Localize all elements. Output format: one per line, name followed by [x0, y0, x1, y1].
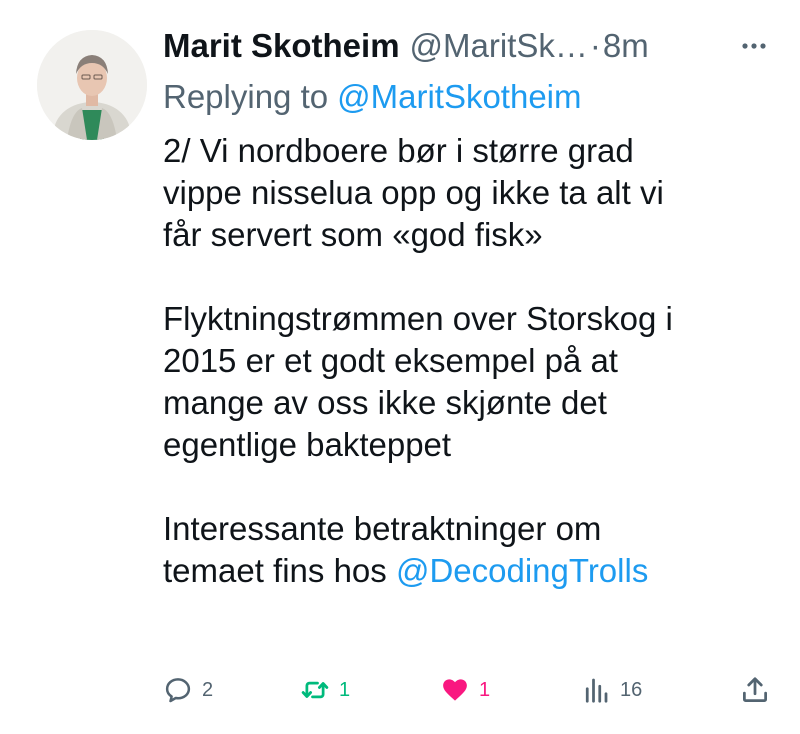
more-button[interactable] [734, 26, 774, 66]
text-line-with-mention: temaet fins hos @DecodingTrolls [163, 550, 774, 592]
text-line: får servert som «god fisk» [163, 216, 543, 253]
time-separator: · [589, 27, 601, 64]
replying-to: Replying to @MaritSkotheim [163, 74, 774, 120]
bar-chart-icon [585, 678, 608, 703]
like-count: 1 [479, 678, 491, 701]
views-button[interactable]: 16 [581, 668, 642, 712]
tweet-card[interactable]: Marit Skotheim @MaritSk… · 8m Replying t… [0, 0, 800, 734]
heart-filled-icon [443, 679, 467, 701]
tweet-header: Marit Skotheim @MaritSk… · 8m [163, 24, 774, 68]
text-line: mange av oss ikke skjønte det [163, 384, 607, 421]
replying-to-prefix: Replying to [163, 78, 329, 115]
tweet-paragraph-2: Flyktningstrømmen over Storskog i 2015 e… [163, 298, 774, 466]
replying-to-mention[interactable]: @MaritSkotheim [337, 78, 581, 116]
tweet-content: Marit Skotheim @MaritSk… · 8m Replying t… [163, 24, 774, 592]
text-line: 2015 er et godt eksempel på at [163, 342, 618, 379]
retweet-count: 1 [339, 678, 351, 701]
share-button[interactable] [740, 668, 770, 712]
reply-bubble-icon [165, 678, 191, 703]
retweet-arrows-icon [301, 681, 329, 699]
tweet-paragraph-1: 2/ Vi nordboere bør i større grad vippe … [163, 130, 774, 256]
author-name[interactable]: Marit Skotheim [163, 27, 400, 65]
text-line: 2/ Vi nordboere bør i større grad [163, 132, 634, 169]
text-line: Flyktningstrømmen over Storskog i [163, 300, 673, 337]
avatar[interactable] [37, 30, 147, 140]
decodingtrolls-mention[interactable]: @DecodingTrolls [396, 552, 648, 589]
tweet-text: 2/ Vi nordboere bør i større grad vippe … [163, 130, 774, 592]
more-dots-icon [742, 43, 766, 49]
share-upload-icon [743, 677, 767, 702]
views-count: 16 [620, 678, 643, 701]
text-line: vippe nisselua opp og ikke ta alt vi [163, 174, 664, 211]
author-handle[interactable]: @MaritSk… [410, 27, 588, 65]
retweet-button[interactable]: 1 [300, 668, 350, 712]
text-line: Interessante betraktninger om [163, 510, 602, 547]
reply-count: 2 [202, 678, 214, 701]
like-button[interactable]: 1 [440, 668, 490, 712]
avatar-photo [37, 30, 147, 140]
text-segment: temaet fins hos [163, 552, 396, 589]
timestamp[interactable]: 8m [603, 27, 649, 65]
text-line: egentlige bakteppet [163, 426, 452, 463]
action-bar: 2 1 1 16 [163, 668, 770, 712]
reply-button[interactable]: 2 [163, 668, 213, 712]
tweet-paragraph-3: Interessante betraktninger om temaet fin… [163, 508, 774, 592]
